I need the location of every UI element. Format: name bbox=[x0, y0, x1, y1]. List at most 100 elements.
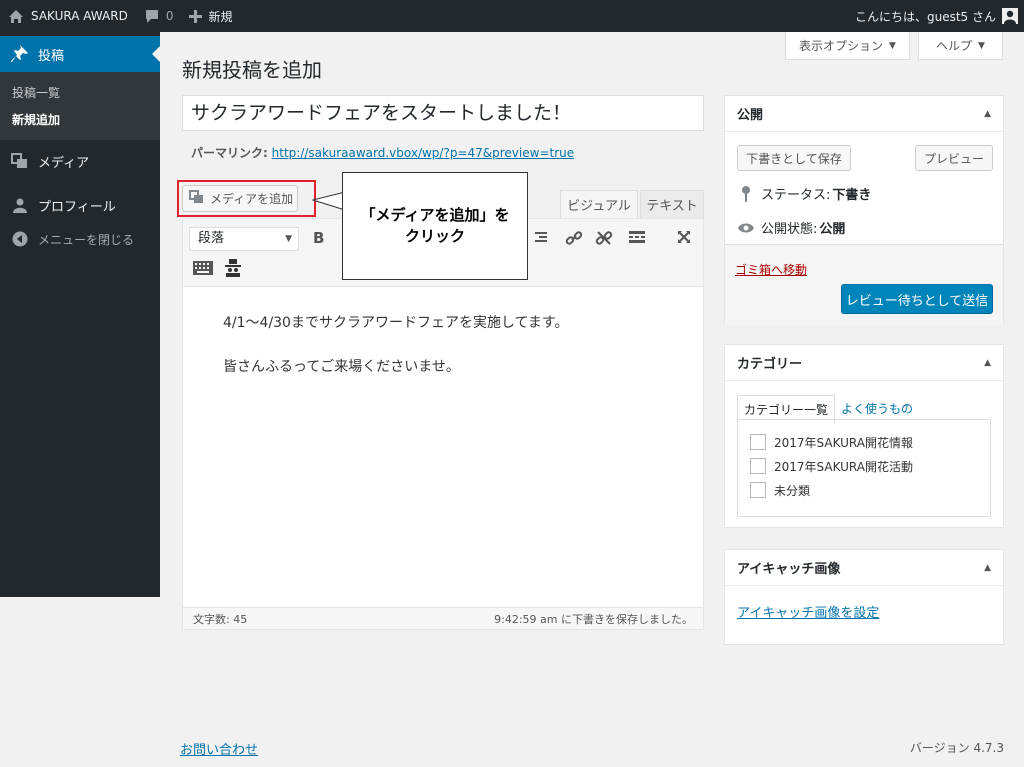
pin-icon bbox=[737, 185, 755, 202]
media-icon bbox=[189, 190, 205, 207]
add-media-button[interactable]: メディアを追加 bbox=[182, 185, 298, 212]
sidebar-item-profile[interactable]: プロフィール bbox=[0, 188, 160, 222]
comment-icon bbox=[144, 9, 160, 24]
avatar-icon bbox=[1002, 8, 1018, 24]
callout-pointer bbox=[312, 191, 346, 211]
bold-button[interactable]: B bbox=[313, 229, 324, 247]
comments-count: 0 bbox=[165, 9, 174, 23]
publish-actions: ゴミ箱へ移動 レビュー待ちとして送信 bbox=[725, 244, 1003, 325]
category-label: 2017年SAKURA開花活動 bbox=[774, 459, 913, 474]
screen-options-button[interactable]: 表示オプション ▼ bbox=[785, 32, 910, 60]
tab-visual[interactable]: ビジュアル bbox=[560, 190, 638, 218]
new-content-link[interactable]: 新規 bbox=[181, 0, 240, 32]
media-icon bbox=[10, 153, 30, 169]
autosave-status: 9:42:59 am に下書きを保存しました。 bbox=[494, 612, 693, 626]
add-media-label: メディアを追加 bbox=[210, 192, 294, 206]
screen-options-label: 表示オプション bbox=[799, 39, 884, 53]
publish-box-title: 公開 bbox=[737, 108, 764, 123]
keyboard-icon[interactable] bbox=[193, 261, 213, 279]
content-paragraph: 皆さんふるってご来場くださいませ。 bbox=[223, 359, 460, 375]
comments-link[interactable]: 0 bbox=[136, 0, 182, 32]
home-icon bbox=[8, 9, 24, 24]
visibility-label: 公開状態: bbox=[761, 222, 818, 237]
greeting: こんにちは、guest5 さん bbox=[854, 9, 996, 24]
sidebar-item-label: メニューを閉じる bbox=[38, 232, 135, 247]
category-checkbox[interactable] bbox=[750, 482, 766, 498]
caret-down-icon: ▼ bbox=[978, 40, 985, 51]
admin-sidebar: 投稿 投稿一覧 新規追加 メディア プロフィール メニューを閉じる bbox=[0, 32, 160, 597]
tab-text[interactable]: テキスト bbox=[640, 190, 704, 218]
editor-status-bar: 文字数: 45 9:42:59 am に下書きを保存しました。 bbox=[183, 607, 703, 629]
visibility-value: 公開 bbox=[819, 222, 846, 237]
caret-down-icon: ▼ bbox=[889, 40, 896, 51]
user-account-link[interactable]: こんにちは、guest5 さん bbox=[847, 0, 1024, 32]
sidebar-item-label: プロフィール bbox=[38, 199, 116, 215]
publish-box: 公開 ▲ 下書きとして保存 プレビュー ステータス: 下書き 公開状態: 公開 … bbox=[724, 95, 1004, 325]
permalink-url[interactable]: http://sakuraaward.vbox/wp/?p=47&preview… bbox=[272, 146, 574, 160]
sidebar-item-media[interactable]: メディア bbox=[0, 144, 160, 178]
category-box-title: カテゴリー bbox=[737, 357, 803, 372]
category-checkbox[interactable] bbox=[750, 458, 766, 474]
category-checklist: 2017年SAKURA開花情報 2017年SAKURA開花活動 未分類 bbox=[737, 419, 991, 517]
status-value: 下書き bbox=[832, 188, 872, 203]
eye-icon bbox=[737, 222, 755, 234]
collapse-arrow-icon bbox=[10, 231, 30, 247]
new-label: 新規 bbox=[208, 9, 233, 24]
status-label: ステータス: bbox=[761, 188, 831, 203]
site-name: SAKURA AWARD bbox=[31, 9, 128, 23]
submenu-add-new[interactable]: 新規追加 bbox=[0, 106, 160, 133]
featured-image-box-title: アイキャッチ画像 bbox=[737, 562, 841, 577]
permalink-label: パーマリンク: bbox=[191, 146, 268, 160]
help-label: ヘルプ bbox=[936, 39, 973, 53]
publish-box-header[interactable]: 公開 ▲ bbox=[725, 96, 1003, 132]
sidebar-item-label: メディア bbox=[38, 155, 90, 171]
help-button[interactable]: ヘルプ ▼ bbox=[918, 32, 1003, 60]
submenu-all-posts[interactable]: 投稿一覧 bbox=[0, 79, 160, 106]
category-box: カテゴリー ▲ カテゴリー一覧 よく使うもの 2017年SAKURA開花情報 2… bbox=[724, 344, 1004, 528]
unlink-icon[interactable] bbox=[595, 229, 613, 251]
visibility-row: 公開状態: 公開 bbox=[737, 218, 845, 237]
save-draft-button[interactable]: 下書きとして保存 bbox=[737, 145, 851, 171]
caret-up-icon[interactable]: ▲ bbox=[984, 109, 991, 119]
category-box-header[interactable]: カテゴリー ▲ bbox=[725, 345, 1003, 381]
permalink: パーマリンク: http://sakuraaward.vbox/wp/?p=47… bbox=[191, 144, 574, 161]
content-paragraph: 4/1～4/30までサクラアワードフェアを実施してます。 bbox=[223, 315, 569, 331]
format-select[interactable]: 段落 bbox=[189, 227, 299, 251]
read-more-icon[interactable] bbox=[629, 230, 645, 248]
submit-review-button[interactable]: レビュー待ちとして送信 bbox=[841, 284, 993, 314]
collapse-menu-button[interactable]: メニューを閉じる bbox=[0, 222, 160, 256]
align-right-icon[interactable] bbox=[533, 231, 547, 249]
instruction-callout: 「メディアを追加」をクリック bbox=[342, 172, 528, 280]
link-icon[interactable] bbox=[565, 229, 583, 251]
preview-button[interactable]: プレビュー bbox=[915, 145, 993, 171]
toolbar-toggle-icon[interactable] bbox=[223, 259, 243, 281]
category-checkbox[interactable] bbox=[750, 434, 766, 450]
fullscreen-icon[interactable] bbox=[677, 230, 691, 248]
category-label: 未分類 bbox=[774, 483, 811, 498]
trash-link[interactable]: ゴミ箱へ移動 bbox=[735, 261, 807, 278]
footer-version: バージョン 4.7.3 bbox=[909, 741, 1004, 755]
page-title: 新規投稿を追加 bbox=[182, 58, 322, 82]
word-count: 文字数: 45 bbox=[193, 612, 248, 626]
user-icon bbox=[10, 197, 30, 213]
callout-text: 「メディアを追加」をクリック bbox=[360, 206, 510, 245]
post-status-row: ステータス: 下書き bbox=[737, 184, 871, 203]
set-featured-image-link[interactable]: アイキャッチ画像を設定 bbox=[737, 602, 879, 621]
caret-up-icon[interactable]: ▲ bbox=[984, 563, 991, 573]
admin-bar: SAKURA AWARD 0 新規 こんにちは、guest5 さん bbox=[0, 0, 1024, 32]
sidebar-item-posts[interactable]: 投稿 bbox=[0, 36, 160, 72]
site-home-link[interactable]: SAKURA AWARD bbox=[0, 0, 136, 32]
featured-image-box: アイキャッチ画像 ▲ アイキャッチ画像を設定 bbox=[724, 549, 1004, 645]
list-item[interactable]: 未分類 bbox=[750, 478, 978, 502]
sidebar-item-label: 投稿 bbox=[38, 48, 65, 64]
editor-content[interactable]: 4/1～4/30までサクラアワードフェアを実施してます。 皆さんふるってご来場く… bbox=[183, 287, 703, 427]
pushpin-icon bbox=[10, 45, 30, 63]
footer-contact-link[interactable]: お問い合わせ bbox=[180, 739, 258, 758]
featured-image-box-header[interactable]: アイキャッチ画像 ▲ bbox=[725, 550, 1003, 586]
caret-up-icon[interactable]: ▲ bbox=[984, 358, 991, 368]
plus-icon bbox=[189, 9, 203, 23]
list-item[interactable]: 2017年SAKURA開花活動 bbox=[750, 454, 978, 478]
post-title-input[interactable]: サクラアワードフェアをスタートしました！ bbox=[182, 95, 704, 131]
list-item[interactable]: 2017年SAKURA開花情報 bbox=[750, 430, 978, 454]
posts-submenu: 投稿一覧 新規追加 bbox=[0, 72, 160, 140]
